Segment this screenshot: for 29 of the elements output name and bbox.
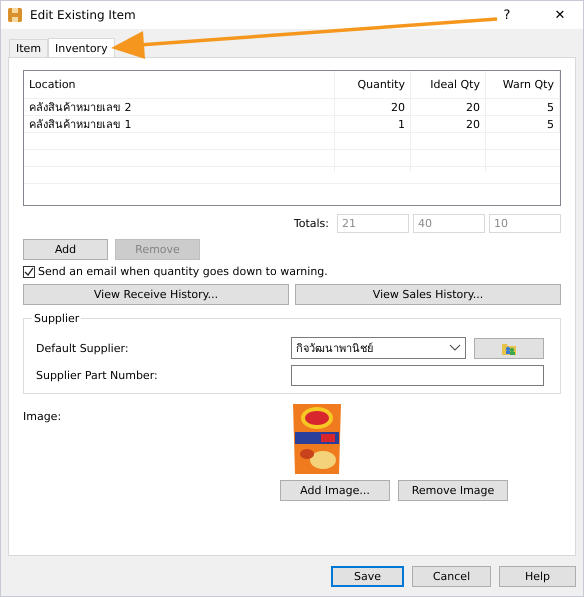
close-button[interactable]: ✕: [537, 1, 583, 29]
app-icon: [7, 7, 23, 23]
dialog-button[interactable]: Help: [499, 566, 576, 587]
help-button[interactable]: ?: [484, 1, 530, 29]
field-label: Default Supplier:: [36, 342, 130, 354]
tab[interactable]: Item: [9, 39, 48, 57]
dialog-button[interactable]: Save: [331, 566, 404, 587]
dialog-button[interactable]: Cancel: [412, 566, 491, 587]
total-field: 21: [337, 214, 409, 233]
checkbox-label: Send an email when quantity goes down to warning.: [38, 265, 328, 278]
image-label: Image:: [23, 410, 62, 425]
history-button[interactable]: View Sales History...: [295, 284, 561, 305]
checkbox[interactable]: [23, 266, 35, 278]
total-field: 10: [489, 214, 561, 233]
group-title: Supplier: [32, 312, 82, 325]
supplier-lookup-button[interactable]: [474, 338, 544, 358]
add-image-button[interactable]: Add Image...: [280, 480, 390, 501]
totals-label: Totals:: [294, 217, 329, 230]
remove-image-button[interactable]: Remove Image: [398, 480, 508, 501]
add-button[interactable]: Add: [23, 239, 108, 260]
total-field: 40: [413, 214, 485, 233]
chevron-down-icon: [449, 344, 461, 352]
tab[interactable]: Inventory: [48, 38, 115, 58]
history-button[interactable]: View Receive History...: [23, 284, 289, 305]
column-header: Warn Qty: [486, 71, 560, 99]
field-label: Supplier Part Number:: [36, 368, 159, 382]
part-number-field[interactable]: [290, 364, 544, 386]
supplier-dropdown[interactable]: กิจวัฒนาพานิชย์: [290, 337, 466, 359]
window-title: Edit Existing Item: [30, 8, 137, 22]
